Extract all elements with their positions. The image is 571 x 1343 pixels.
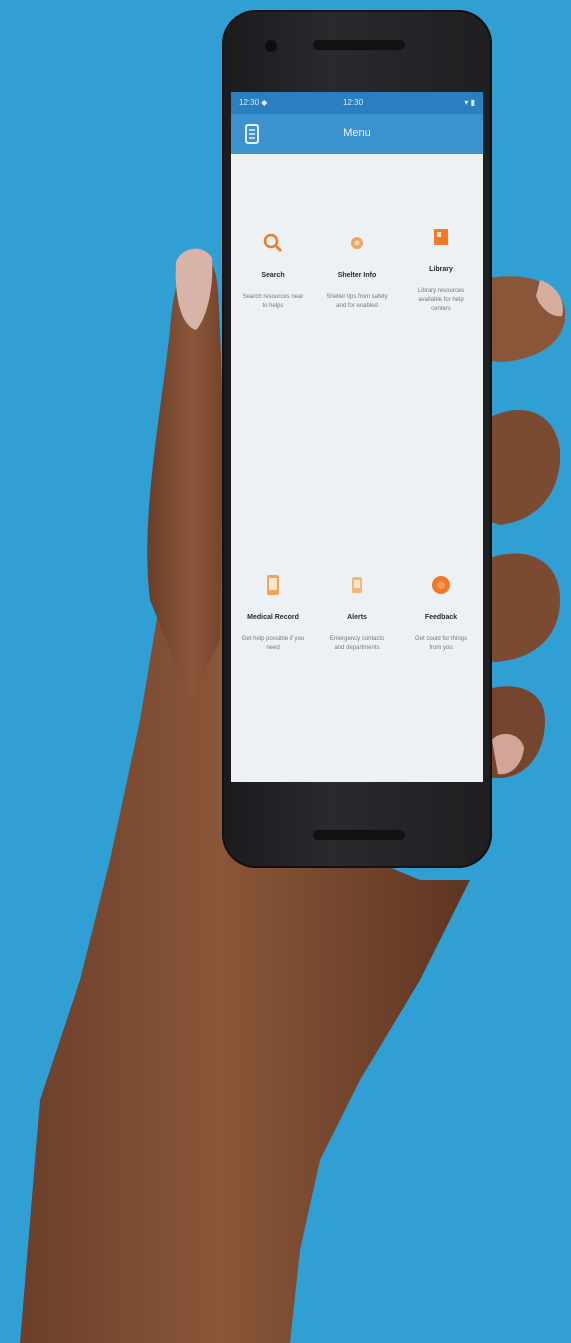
tile-description: Get could for things from you bbox=[414, 636, 468, 651]
app-bar: Menu bbox=[231, 114, 483, 154]
shelter-icon bbox=[351, 237, 363, 249]
menu-grid: Search Search resources near to helps Sh… bbox=[231, 154, 483, 782]
library-icon bbox=[434, 229, 448, 245]
front-camera bbox=[265, 40, 277, 52]
tile-title: Medical Record bbox=[247, 614, 299, 621]
status-right: ▾ ▮ bbox=[464, 98, 475, 107]
tile-feedback[interactable]: Feedback Get could for things from you bbox=[399, 574, 483, 653]
tile-description: Get help possible if you need bbox=[241, 636, 305, 651]
tile-library[interactable]: Library Library resources available for … bbox=[399, 226, 483, 314]
status-bar: 12:30 ◆ 12:30 ▾ ▮ bbox=[231, 92, 483, 114]
app-title: Menu bbox=[343, 127, 371, 139]
tile-title: Alerts bbox=[347, 614, 367, 621]
tile-search[interactable]: Search Search resources near to helps bbox=[231, 232, 315, 311]
feedback-icon bbox=[432, 576, 450, 594]
tile-medical-record[interactable]: Medical Record Get help possible if you … bbox=[231, 574, 315, 653]
tile-description: Search resources near to helps bbox=[242, 294, 304, 309]
earpiece-speaker bbox=[313, 40, 405, 50]
status-time: 12:30 bbox=[343, 98, 364, 107]
tile-alerts[interactable]: Alerts Emergency contacts and department… bbox=[315, 574, 399, 653]
tile-title: Feedback bbox=[424, 614, 458, 621]
medical-record-icon bbox=[267, 575, 279, 595]
tile-description: Library resources available for help cen… bbox=[417, 288, 465, 312]
tile-description: Shelter tips from safety and for enabled bbox=[326, 294, 388, 309]
search-icon bbox=[263, 233, 283, 253]
phone-screen: 12:30 ◆ 12:30 ▾ ▮ Menu Search Search res… bbox=[231, 92, 483, 782]
status-left: 12:30 ◆ bbox=[239, 98, 268, 107]
tile-title: Search bbox=[261, 272, 285, 279]
tile-shelter-info[interactable]: Shelter Info Shelter tips from safety an… bbox=[315, 232, 399, 311]
alerts-icon bbox=[352, 577, 362, 593]
bottom-speaker bbox=[313, 830, 405, 840]
tile-description: Emergency contacts and departments bbox=[329, 636, 385, 651]
tile-title: Library bbox=[429, 266, 453, 273]
tile-title: Shelter Info bbox=[337, 272, 377, 279]
photo-scene: 12:30 ◆ 12:30 ▾ ▮ Menu Search Search res… bbox=[0, 0, 571, 1343]
